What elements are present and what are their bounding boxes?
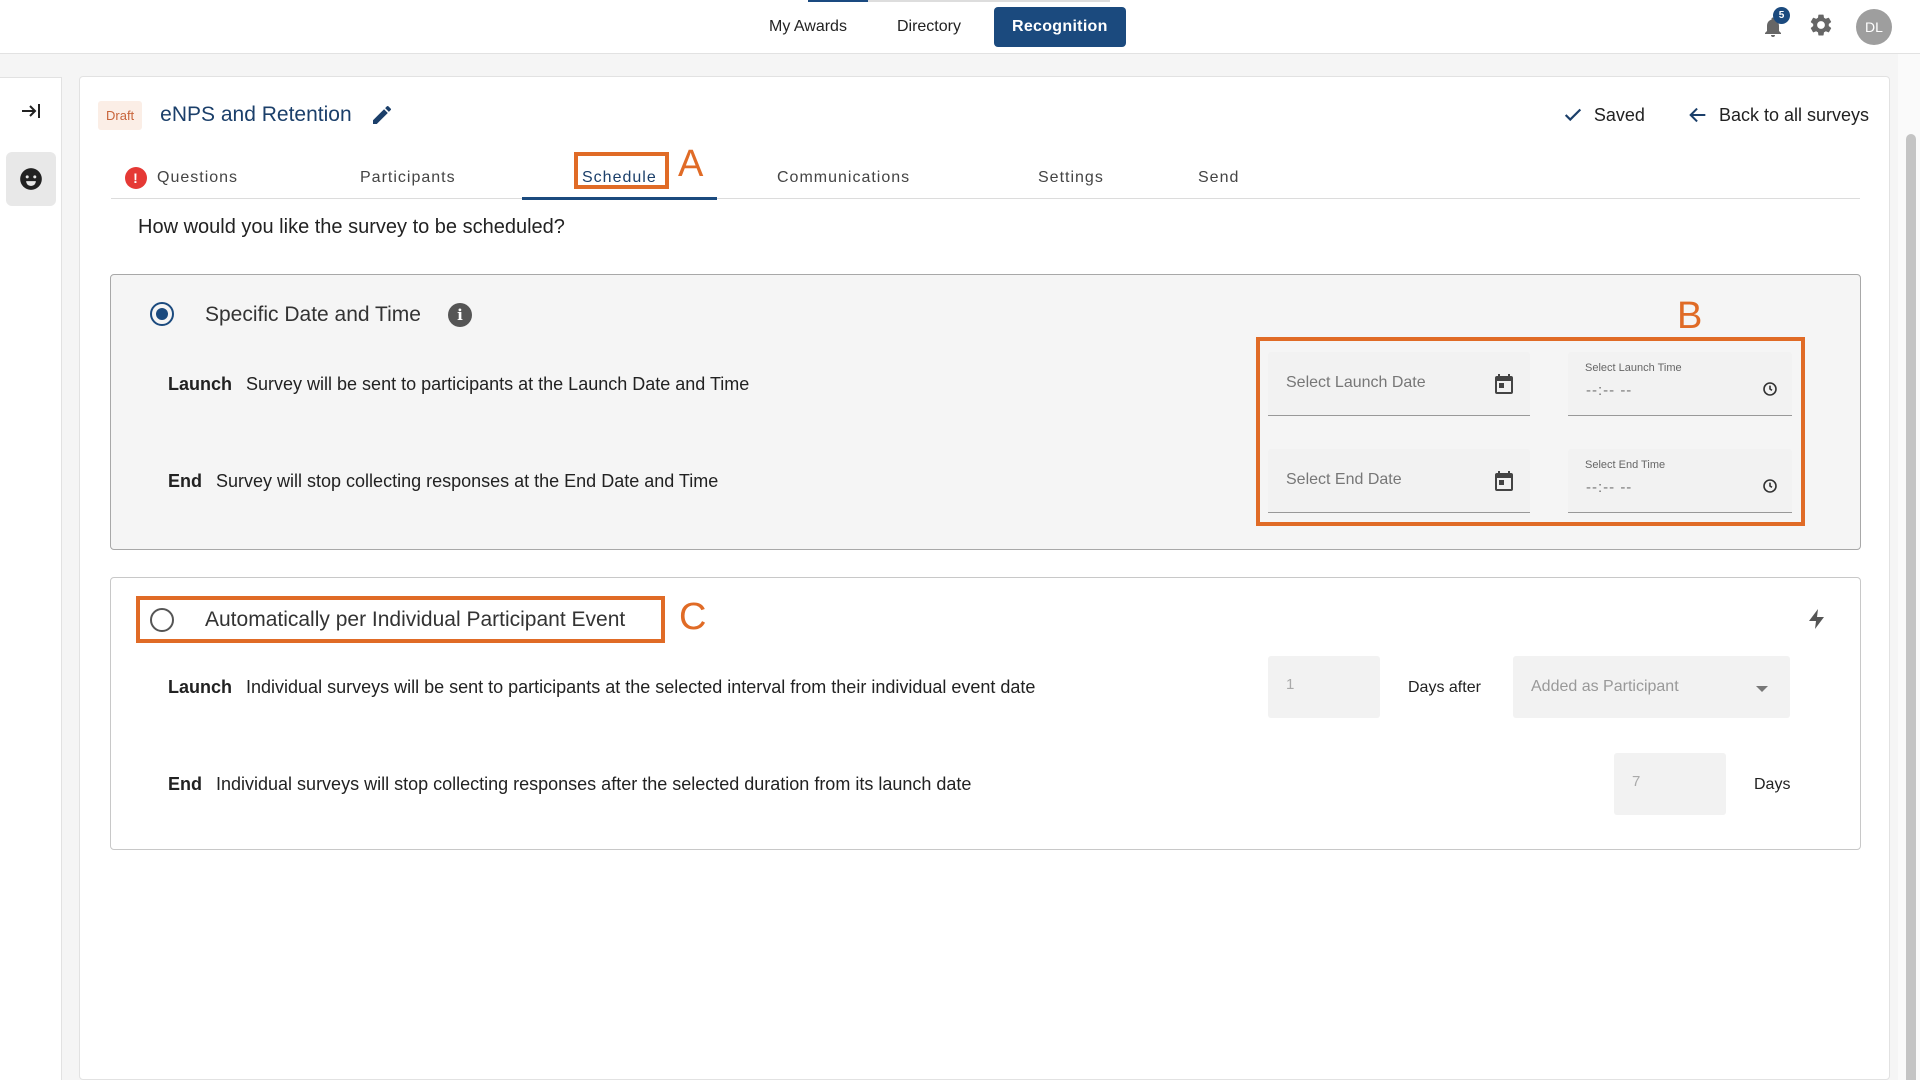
saved-label: Saved (1593, 104, 1645, 125)
days-label: Days (1754, 776, 1791, 793)
main-nav: My Awards Directory Recognition (744, 7, 1126, 47)
automatic-launch-desc: Individual surveys will be sent to parti… (246, 677, 1036, 697)
tab-send-label: Send (1198, 169, 1240, 186)
specific-date-title: Specific Date and Time (205, 303, 421, 326)
header-actions: Saved Back to all surveys (1562, 95, 1869, 135)
specific-date-option[interactable]: Specific Date and Time i Launch Survey wi… (110, 274, 1861, 550)
automatic-launch-row: Launch Individual surveys will be sent to… (168, 677, 1035, 698)
survey-tabs: ! Questions Participants Schedule Commun… (111, 157, 1860, 200)
info-icon[interactable]: i (448, 303, 472, 327)
launch-days-value: 1 (1286, 676, 1295, 693)
tab-questions[interactable]: ! Questions (125, 157, 238, 199)
automatic-end-row: End Individual surveys will stop collecti… (168, 774, 971, 795)
survey-title: eNPS and Retention (160, 103, 352, 126)
annotation-label-a: A (678, 143, 704, 185)
notification-count-badge: 5 (1773, 7, 1790, 24)
specific-end-desc: Survey will stop collecting responses at… (216, 471, 719, 491)
back-label: Back to all surveys (1718, 104, 1869, 125)
annotation-box-a (574, 152, 669, 189)
settings-button[interactable] (1808, 12, 1834, 43)
arrow-left-icon (1689, 107, 1706, 123)
top-navigation-bar: My Awards Directory Recognition 5 DL (0, 0, 1920, 54)
arrow-to-right-icon (22, 104, 40, 118)
top-accent-line (808, 0, 1110, 2)
annotation-box-c (136, 596, 665, 643)
nav-recognition[interactable]: Recognition (993, 7, 1126, 47)
end-days-value: 7 (1632, 773, 1641, 790)
lightning-bolt-icon (1809, 609, 1824, 629)
tab-settings[interactable]: Settings (1038, 157, 1104, 199)
user-avatar[interactable]: DL (1856, 9, 1892, 45)
specific-end-label: End (168, 471, 202, 491)
schedule-question: How would you like the survey to be sche… (138, 216, 565, 238)
back-to-all-surveys-link[interactable]: Back to all surveys (1687, 104, 1869, 126)
days-after-label: Days after (1408, 679, 1481, 696)
surveys-nav-button[interactable] (6, 152, 56, 206)
automatic-end-desc: Individual surveys will stop collecting … (216, 774, 972, 794)
active-tab-indicator (522, 197, 717, 200)
scrollbar-thumb[interactable] (1906, 134, 1916, 1080)
tab-participants-label: Participants (360, 169, 456, 186)
status-badge: Draft (98, 100, 143, 130)
tab-communications[interactable]: Communications (777, 157, 910, 199)
saved-indicator: Saved (1562, 104, 1645, 126)
nav-directory[interactable]: Directory (872, 7, 986, 47)
specific-end-row: End Survey will stop collecting responses… (168, 471, 718, 492)
specific-launch-label: Launch (168, 374, 233, 394)
error-icon: ! (125, 167, 147, 189)
pencil-icon[interactable] (370, 103, 394, 127)
tab-communications-label: Communications (777, 169, 911, 186)
automatic-option[interactable]: Automatically per Individual Participant… (110, 577, 1861, 850)
survey-header: Draft eNPS and Retention Saved Back to a… (98, 95, 1869, 135)
tab-settings-label: Settings (1038, 169, 1104, 186)
annotation-label-c: C (679, 596, 707, 638)
left-rail (0, 77, 62, 1080)
nav-my-awards[interactable]: My Awards (744, 7, 872, 47)
page-scrollbar[interactable] (1898, 54, 1920, 1080)
tab-questions-label: Questions (157, 169, 239, 186)
event-type-value: Added as Participant (1531, 678, 1679, 695)
event-type-select[interactable]: Added as Participant (1513, 656, 1790, 718)
top-right-actions: 5 DL (1760, 7, 1892, 45)
annotation-box-b (1256, 337, 1805, 526)
specific-date-radio[interactable] (150, 302, 174, 326)
annotation-label-b: B (1677, 295, 1703, 337)
survey-editor: Draft eNPS and Retention Saved Back to a… (79, 76, 1890, 1080)
automatic-end-label: End (168, 774, 202, 794)
tab-send[interactable]: Send (1198, 157, 1239, 199)
expand-sidebar-button[interactable] (12, 92, 50, 130)
specific-launch-desc: Survey will be sent to participants at t… (246, 374, 750, 394)
dropdown-arrow-icon (1756, 686, 1768, 692)
end-days-input[interactable]: 7 (1614, 753, 1726, 815)
smiley-face-icon (20, 168, 42, 190)
gear-icon (1810, 14, 1832, 35)
automatic-launch-label: Launch (168, 677, 233, 697)
specific-launch-row: Launch Survey will be sent to participant… (168, 374, 749, 395)
launch-days-input[interactable]: 1 (1268, 656, 1380, 718)
tab-participants[interactable]: Participants (360, 157, 456, 199)
notifications-button[interactable]: 5 (1760, 7, 1790, 42)
checkmark-icon (1564, 108, 1582, 122)
